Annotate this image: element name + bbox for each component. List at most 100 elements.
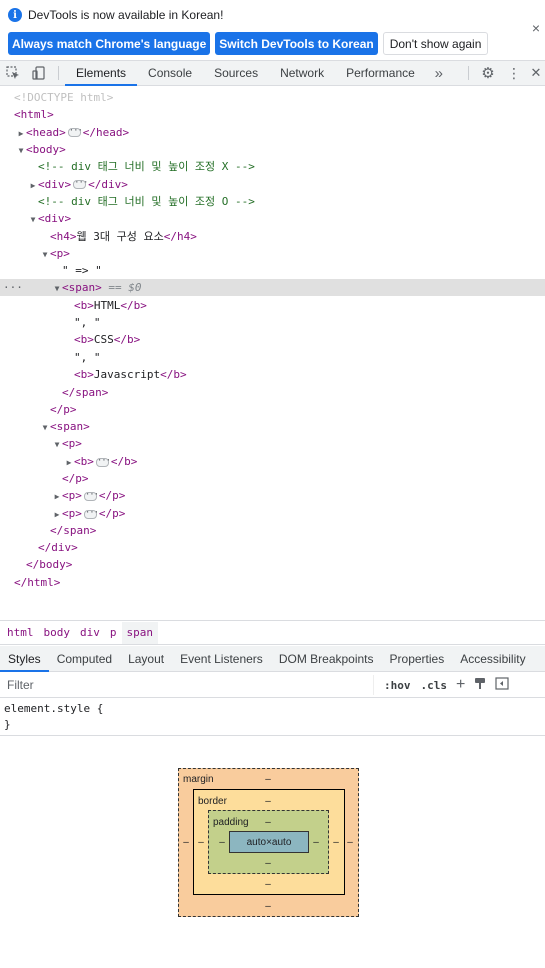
tree-node-text[interactable]: " => " — [0, 262, 545, 279]
box-model-content[interactable]: auto×auto — [229, 831, 309, 853]
infobar-close-icon[interactable]: × — [529, 20, 543, 36]
collapsed-content-icon[interactable] — [95, 453, 109, 470]
tab-elements[interactable]: Elements — [65, 61, 138, 86]
more-tabs-icon[interactable]: » — [426, 61, 452, 85]
tree-node-text[interactable]: ", " — [0, 314, 545, 331]
collapsed-content-icon[interactable] — [83, 505, 97, 522]
breadcrumb-html[interactable]: html — [2, 622, 39, 644]
collapsed-arrow-icon[interactable]: ▶ — [28, 177, 38, 194]
tree-node-span-close[interactable]: </span> — [0, 384, 545, 401]
tree-node-p-close[interactable]: </p> — [0, 401, 545, 418]
collapsed-arrow-icon[interactable]: ▶ — [52, 488, 62, 505]
tab-layout[interactable]: Layout — [120, 646, 172, 671]
expanded-arrow-icon[interactable]: ▼ — [52, 436, 62, 453]
settings-gear-icon[interactable]: ⚙ — [475, 61, 501, 85]
padding-right-value[interactable]: – — [311, 837, 321, 848]
collapsed-arrow-icon[interactable]: ▶ — [52, 506, 62, 523]
collapsed-content-icon[interactable] — [73, 175, 87, 192]
collapsed-content-icon[interactable] — [83, 487, 97, 504]
tree-node-body[interactable]: ▼ <body> — [0, 141, 545, 158]
border-left-value[interactable]: – — [196, 837, 206, 848]
tree-node-b[interactable]: ▶<b></b> — [0, 453, 545, 470]
always-match-language-button[interactable]: Always match Chrome's language — [8, 32, 211, 55]
new-style-rule-icon[interactable]: + — [456, 676, 465, 694]
inspect-element-icon[interactable] — [0, 61, 26, 85]
devtools-main-toolbar: Elements Console Sources Network Perform… — [0, 60, 545, 86]
tree-node-head[interactable]: ▶<head></head> — [0, 123, 545, 142]
tab-console[interactable]: Console — [137, 61, 203, 85]
breadcrumb-div[interactable]: div — [75, 622, 105, 644]
tab-properties[interactable]: Properties — [382, 646, 453, 671]
switch-to-korean-button[interactable]: Switch DevTools to Korean — [215, 32, 378, 55]
tree-node-div-close[interactable]: </div> — [0, 539, 545, 556]
infobar-buttons: Always match Chrome's language Switch De… — [8, 32, 489, 55]
paint-brush-icon[interactable] — [474, 677, 486, 693]
expanded-arrow-icon[interactable]: ▼ — [40, 246, 50, 263]
row-actions-icon[interactable]: ··· — [3, 279, 23, 296]
breadcrumb-span[interactable]: span — [121, 621, 158, 644]
tree-node-body-close[interactable]: </body> — [0, 556, 545, 573]
tab-computed[interactable]: Computed — [49, 646, 120, 671]
tree-node-p[interactable]: ▼ <p> — [0, 245, 545, 262]
tab-accessibility[interactable]: Accessibility — [452, 646, 533, 671]
tree-node-comment[interactable]: <!-- div 태그 너비 및 높이 조정 X --> — [0, 158, 545, 175]
collapsed-arrow-icon[interactable]: ▶ — [64, 454, 74, 471]
tree-node-text[interactable]: ", " — [0, 349, 545, 366]
tree-node-html[interactable]: <html> — [0, 106, 545, 123]
expanded-arrow-icon[interactable]: ▼ — [16, 142, 26, 159]
tab-styles[interactable]: Styles — [0, 646, 49, 672]
expanded-arrow-icon[interactable]: ▼ — [40, 419, 50, 436]
collapsed-arrow-icon[interactable]: ▶ — [16, 125, 26, 142]
tree-node-b[interactable]: <b>CSS</b> — [0, 331, 545, 348]
tree-node-html-close[interactable]: </html> — [0, 574, 545, 591]
padding-left-value[interactable]: – — [217, 837, 227, 848]
class-toggle[interactable]: .cls — [421, 679, 448, 692]
tab-performance[interactable]: Performance — [335, 61, 426, 85]
close-devtools-icon[interactable]: ✕ — [527, 61, 545, 85]
tree-node-div[interactable]: ▶<div></div> — [0, 175, 545, 194]
expanded-arrow-icon[interactable]: ▼ — [52, 280, 62, 297]
tree-node-h4[interactable]: <h4>웹 3대 구성 요소</h4> — [0, 228, 545, 245]
tree-node-b[interactable]: <b>Javascript</b> — [0, 366, 545, 383]
tree-node-span-selected[interactable]: ··· ▼ <span> == $0 — [0, 279, 545, 297]
breadcrumb-p[interactable]: p — [105, 622, 122, 644]
styles-filter-bar: :hov .cls + — [0, 673, 545, 698]
border-top-value[interactable]: – — [263, 796, 273, 807]
toolbar-divider — [58, 66, 59, 80]
tree-node-p-close[interactable]: </p> — [0, 470, 545, 487]
padding-label: padding — [213, 817, 249, 828]
tree-node-comment[interactable]: <!-- div 태그 너비 및 높이 조정 O --> — [0, 193, 545, 210]
tree-node-span[interactable]: ▼ <span> — [0, 418, 545, 435]
border-right-value[interactable]: – — [331, 837, 341, 848]
tree-node-p[interactable]: ▶<p></p> — [0, 487, 545, 504]
tree-node-div[interactable]: ▼ <div> — [0, 210, 545, 227]
toggle-sidebar-icon[interactable] — [495, 677, 509, 693]
tab-sources[interactable]: Sources — [203, 61, 269, 85]
tab-dom-breakpoints[interactable]: DOM Breakpoints — [271, 646, 382, 671]
margin-bottom-value[interactable]: – — [263, 901, 273, 912]
collapsed-content-icon[interactable] — [67, 123, 81, 140]
tab-network[interactable]: Network — [269, 61, 335, 85]
dont-show-again-button[interactable]: Don't show again — [382, 32, 489, 55]
kebab-menu-icon[interactable]: ⋮ — [501, 61, 527, 85]
tree-node-doctype[interactable]: <!DOCTYPE html> — [0, 89, 545, 106]
tree-node-span-close[interactable]: </span> — [0, 522, 545, 539]
padding-bottom-value[interactable]: – — [263, 858, 273, 869]
border-bottom-value[interactable]: – — [263, 879, 273, 890]
tab-event-listeners[interactable]: Event Listeners — [172, 646, 271, 671]
margin-top-value[interactable]: – — [263, 774, 273, 785]
language-infobar: i DevTools is now available in Korean! ×… — [0, 0, 545, 58]
margin-right-value[interactable]: – — [345, 837, 355, 848]
tree-node-p[interactable]: ▼ <p> — [0, 435, 545, 452]
styles-filter-input[interactable] — [2, 675, 374, 695]
breadcrumb-body[interactable]: body — [39, 622, 76, 644]
device-toolbar-icon[interactable] — [26, 61, 52, 85]
expanded-arrow-icon[interactable]: ▼ — [28, 211, 38, 228]
element-style-rule[interactable]: element.style { } — [4, 701, 103, 733]
toolbar-divider-right — [468, 66, 469, 80]
margin-left-value[interactable]: – — [181, 837, 191, 848]
tree-node-b[interactable]: <b>HTML</b> — [0, 297, 545, 314]
hover-state-toggle[interactable]: :hov — [384, 679, 411, 692]
padding-top-value[interactable]: – — [263, 817, 273, 828]
tree-node-p[interactable]: ▶<p></p> — [0, 505, 545, 522]
